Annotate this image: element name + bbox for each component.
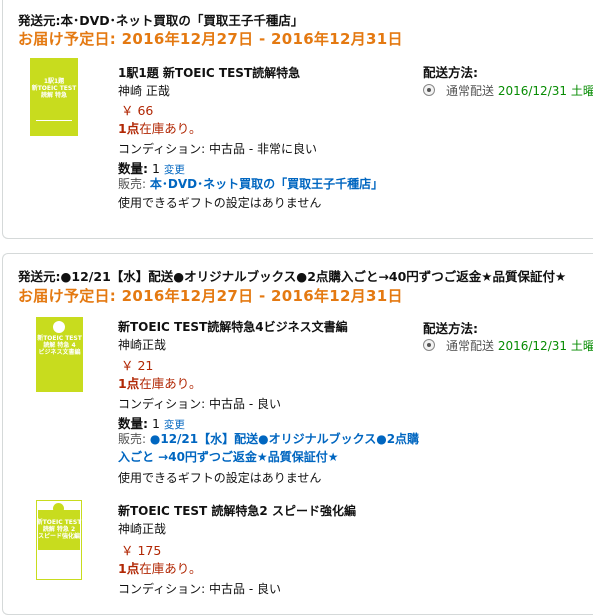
stock-status: 1点在庫あり。 — [118, 558, 201, 577]
cover-text: 新TOEIC TEST — [36, 519, 82, 526]
product-title[interactable]: 新TOEIC TEST読解特急4ビジネス文書編 — [118, 318, 348, 335]
gift-options: 使用できるギフトの設定はありません — [118, 196, 322, 210]
cover-badge-icon — [53, 321, 65, 333]
product-image[interactable]: 新TOEIC TEST 読解 特急 2 スピード強化編 — [36, 500, 82, 580]
cover-text: 読解 特急 — [40, 92, 68, 99]
product-author: 神崎 正哉 — [118, 84, 170, 98]
product-price: ￥ 175 — [121, 543, 162, 558]
delivery-estimate: お届け予定日: 2016年12月27日 - 2016年12月31日 — [18, 287, 403, 305]
sold-by-label: 販売: — [118, 432, 147, 446]
stock-count: 1点 — [118, 561, 140, 576]
cover-text: ビジネス文書編 — [38, 349, 81, 356]
stock-status: 1点在庫あり。 — [118, 373, 201, 392]
seller-link[interactable]: 本･DVD･ネット買取の「買取王子千種店」 — [150, 177, 383, 191]
product-image[interactable]: 新TOEIC TEST 読解 特急 4 ビジネス文書編 — [36, 317, 83, 392]
shipping-option-label: 通常配送 — [446, 84, 495, 98]
sold-by: 販売: ●12/21【水】配送●オリジナルブックス●2点購 — [118, 430, 419, 449]
radio-selected-icon[interactable] — [423, 339, 435, 351]
stock-count: 1点 — [118, 121, 140, 136]
delivery-estimate: お届け予定日: 2016年12月27日 - 2016年12月31日 — [18, 30, 403, 48]
product-condition: コンディション: 中古品 - 良い — [118, 397, 281, 411]
stock-text: 在庫あり。 — [139, 561, 202, 576]
sold-by-label: 販売: — [118, 177, 147, 191]
sold-by-continued: 入ごと →40円ずつご返金★品質保証付★ — [118, 448, 338, 467]
product-author: 神崎正哉 — [118, 522, 167, 536]
cover-text: スピード強化編 — [37, 533, 80, 540]
cover-text: 読解 特急 4 — [43, 342, 76, 349]
shipping-method-label: 配送方法: — [423, 321, 478, 336]
cover-rule — [36, 120, 72, 121]
seller-heading: 発送元:本･DVD･ネット買取の「買取王子千種店」 — [18, 13, 304, 28]
cover-badge-icon — [53, 503, 64, 514]
stock-status: 1点在庫あり。 — [118, 118, 201, 137]
seller-link[interactable]: ●12/21【水】配送●オリジナルブックス●2点購 — [150, 432, 419, 446]
product-title[interactable]: 新TOEIC TEST 読解特急2 スピード強化編 — [118, 502, 356, 519]
product-condition: コンディション: 中古品 - 非常に良い — [118, 142, 317, 156]
product-image[interactable]: 1駅1題 新TOEIC TEST 読解 特急 — [30, 58, 78, 136]
quantity-label: 数量: — [118, 416, 148, 431]
product-price: ￥ 66 — [121, 103, 154, 118]
cover-text: 新TOEIC TEST — [31, 85, 77, 92]
shipping-option-label: 通常配送 — [446, 339, 495, 353]
seller-heading: 発送元:●12/21【水】配送●オリジナルブックス●2点購入ごと→40円ずつご返… — [18, 269, 567, 284]
product-title[interactable]: 1駅1題 新TOEIC TEST読解特急 — [118, 64, 300, 81]
shipping-method-label: 配送方法: — [423, 65, 478, 80]
stock-text: 在庫あり。 — [139, 376, 202, 391]
shipping-date: 2016/12/31 土曜 — [497, 84, 593, 98]
sold-by: 販売: 本･DVD･ネット買取の「買取王子千種店」 — [118, 175, 383, 194]
quantity-value: 1 — [151, 161, 160, 176]
cover-text: 読解 特急 2 — [42, 526, 76, 533]
quantity-value: 1 — [151, 416, 160, 431]
cover-text: 1駅1題 — [43, 78, 65, 85]
product-price: ￥ 21 — [121, 358, 154, 373]
product-condition: コンディション: 中古品 - 良い — [118, 582, 281, 596]
cover-text: 新TOEIC TEST — [37, 335, 82, 342]
shipping-date: 2016/12/31 土曜 — [497, 339, 593, 353]
seller-link-continued[interactable]: 入ごと →40円ずつご返金★品質保証付★ — [118, 450, 338, 464]
stock-text: 在庫あり。 — [139, 121, 202, 136]
product-author: 神崎正哉 — [118, 338, 167, 352]
stock-count: 1点 — [118, 376, 140, 391]
gift-options: 使用できるギフトの設定はありません — [118, 471, 322, 485]
quantity-label: 数量: — [118, 161, 148, 176]
shipping-option[interactable]: 通常配送 2016/12/31 土曜 — [423, 82, 593, 99]
radio-selected-icon[interactable] — [423, 84, 435, 96]
shipping-option[interactable]: 通常配送 2016/12/31 土曜 — [423, 337, 593, 354]
